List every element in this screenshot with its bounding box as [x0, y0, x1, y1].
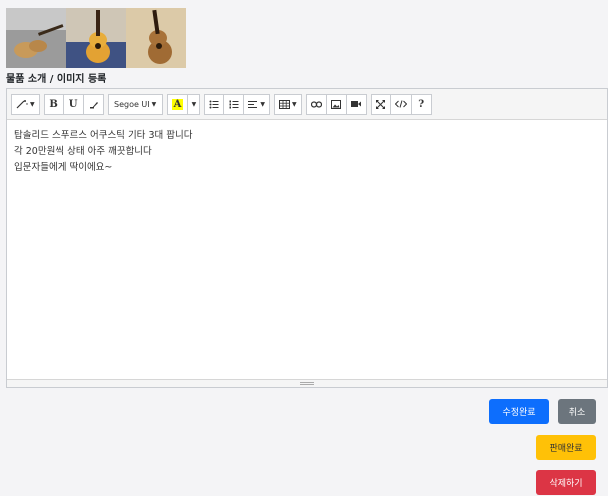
chevron-down-icon: ▼ [30, 100, 35, 108]
content-line: 각 20만원씩 상태 아주 깨끗합니다 [14, 146, 152, 157]
chevron-down-icon: ▼ [151, 100, 157, 108]
numbered-list-icon [229, 100, 239, 109]
cancel-button[interactable]: 취소 [558, 399, 596, 424]
link-icon [310, 100, 322, 108]
paragraph-align-dropdown[interactable]: ▼ [244, 93, 271, 115]
content-line: 입문자들에게 딱이에요~ [14, 162, 113, 173]
bold-button[interactable]: B [43, 93, 64, 115]
video-icon [351, 100, 362, 108]
eraser-button[interactable] [83, 93, 104, 115]
text-color-icon: A [171, 98, 184, 110]
image-icon [331, 99, 342, 109]
guitar-photo-2 [66, 8, 126, 68]
editor-toolbar: ▼ B U Segoe UI ▼ A ▼ ▼ ▼ ? [7, 89, 607, 120]
text-color-button[interactable]: A [166, 93, 189, 115]
guitar-photo-3 [126, 8, 186, 68]
edit-complete-button[interactable]: 수정완료 [489, 399, 549, 424]
eraser-icon [89, 100, 98, 109]
font-family-dropdown[interactable]: Segoe UI ▼ [107, 93, 163, 115]
guitar-image-2[interactable] [66, 8, 126, 68]
rich-text-editor: ▼ B U Segoe UI ▼ A ▼ ▼ ▼ ? 탑솔리드 스푸르스 어쿠스… [6, 88, 608, 388]
bullet-list-icon [209, 100, 219, 109]
insert-image-button[interactable] [326, 93, 347, 115]
guitar-image-1[interactable] [6, 8, 66, 68]
code-view-button[interactable] [390, 93, 412, 115]
fullscreen-button[interactable] [370, 93, 391, 115]
ordered-list-button[interactable] [224, 93, 245, 115]
magic-wand-icon [16, 99, 28, 109]
chevron-down-icon: ▼ [260, 100, 266, 108]
text-color-dropdown[interactable]: ▼ [188, 93, 201, 115]
magic-style-button[interactable]: ▼ [11, 93, 40, 115]
help-button[interactable]: ? [411, 93, 432, 115]
table-dropdown[interactable]: ▼ [274, 93, 302, 115]
underline-button[interactable]: U [63, 93, 84, 115]
editor-content-area[interactable]: 탑솔리드 스푸르스 어쿠스틱 기타 3대 팝니다 각 20만원씩 상태 아주 깨… [7, 120, 607, 380]
grip-icon [300, 382, 314, 385]
chevron-down-icon: ▼ [292, 100, 297, 108]
section-title: 물품 소개 / 이미지 등록 [6, 74, 107, 85]
align-left-icon [248, 100, 258, 109]
editor-resize-handle[interactable] [7, 379, 607, 387]
guitar-image-3[interactable] [126, 8, 186, 68]
image-thumbnails [6, 8, 186, 68]
unordered-list-button[interactable] [204, 93, 225, 115]
insert-link-button[interactable] [305, 93, 327, 115]
font-family-label: Segoe UI [113, 99, 150, 109]
code-icon [394, 100, 407, 108]
content-line: 탑솔리드 스푸르스 어쿠스틱 기타 3대 팝니다 [14, 130, 193, 141]
delete-button[interactable]: 삭제하기 [536, 470, 596, 495]
table-icon [279, 99, 291, 109]
guitar-photo-1 [6, 8, 66, 68]
fullscreen-icon [376, 99, 386, 109]
insert-video-button[interactable] [346, 93, 367, 115]
chevron-down-icon: ▼ [191, 100, 197, 108]
sold-complete-button[interactable]: 판매완료 [536, 435, 596, 460]
